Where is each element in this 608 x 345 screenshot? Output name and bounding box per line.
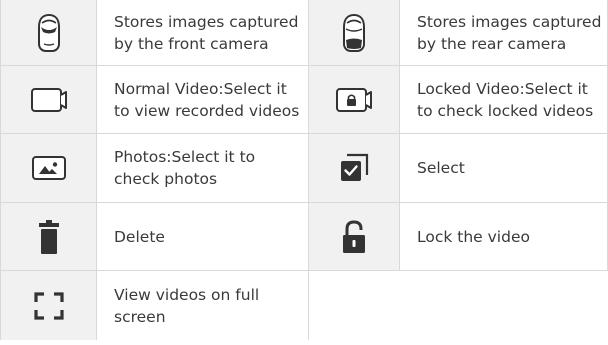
normal-video-description: Normal Video:Select it to view recorded … [96,65,309,134]
icon-cell [0,0,97,66]
icon-cell [0,270,97,340]
icon-cell [308,133,400,203]
table-row: Stores images captured by the front came… [0,0,608,66]
unlocked-padlock-icon [342,219,366,254]
icon-cell [0,65,97,134]
select-description: Select [399,133,608,203]
table-row: Normal Video:Select it to view recorded … [0,65,608,134]
icon-cell [0,202,97,271]
normal-video-icon [30,86,68,114]
rear-camera-car-icon [342,13,366,53]
photos-icon [31,155,67,181]
locked-video-icon [335,86,373,114]
table-row: Delete Lock the video [0,202,608,271]
icon-cell [0,133,97,203]
icon-cell [308,202,400,271]
fullscreen-description: View videos on full screen [96,270,309,340]
delete-description: Delete [96,202,309,271]
icon-cell [308,0,400,66]
fullscreen-icon [33,291,65,321]
front-camera-car-icon [37,13,61,53]
table-row: View videos on full screen [0,270,608,340]
photos-description: Photos:Select it to check photos [96,133,309,203]
lock-description: Lock the video [399,202,608,271]
trash-icon [38,219,60,255]
select-checkbox-icon [338,152,370,184]
rear-camera-description: Stores images captured by the rear camer… [399,0,608,66]
table-row: Photos:Select it to check photos Select [0,133,608,203]
icon-cell [308,65,400,134]
front-camera-description: Stores images captured by the front came… [96,0,309,66]
locked-video-description: Locked Video:Select it to check locked v… [399,65,608,134]
empty-cell [308,270,608,340]
icon-legend-table: Stores images captured by the front came… [0,0,608,340]
